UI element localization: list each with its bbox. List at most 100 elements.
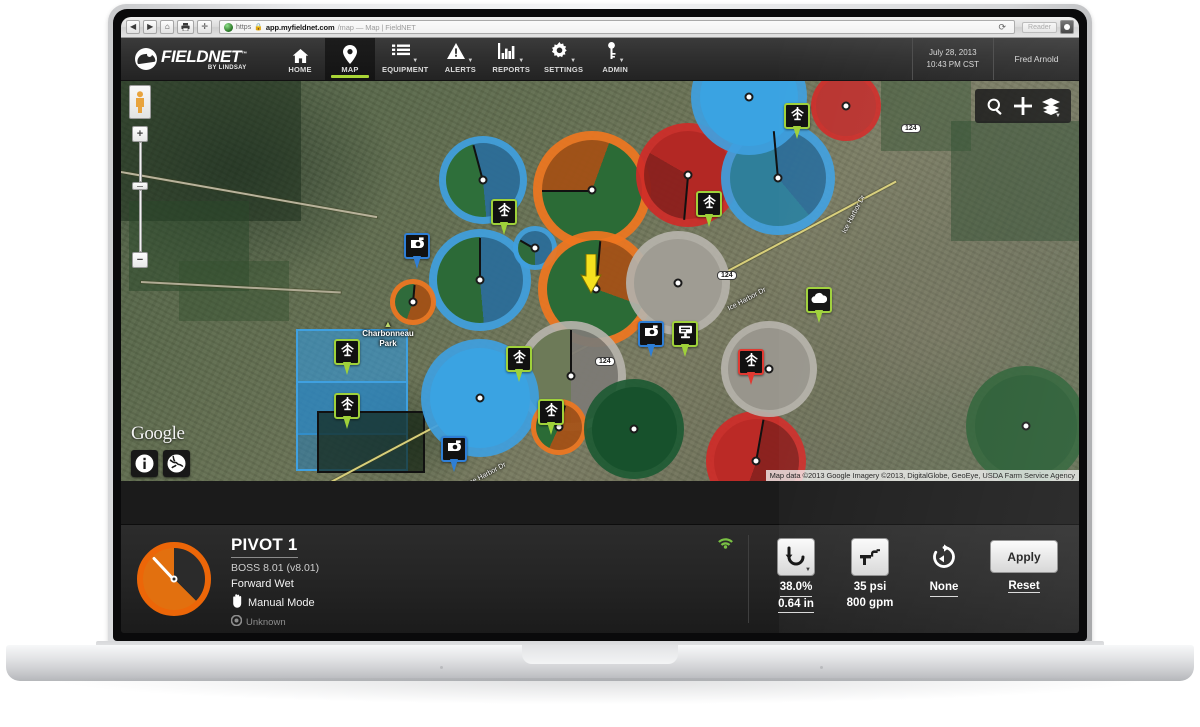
pin-pivot-7[interactable] — [538, 399, 564, 435]
chevron-down-icon[interactable]: ▼ — [1055, 113, 1061, 119]
pin-alert-1[interactable] — [738, 349, 764, 385]
chevron-down-icon[interactable]: ▼ — [619, 58, 625, 64]
search-icon[interactable] — [982, 94, 1008, 118]
nav-item-alerts[interactable]: ▼ ALERTS — [435, 38, 485, 80]
speed-values: 38.0% 0.64 in — [778, 580, 814, 614]
nav-item-home[interactable]: HOME — [275, 38, 325, 80]
chevron-down-icon[interactable]: ▼ — [518, 58, 524, 64]
plus-icon[interactable] — [1010, 94, 1036, 118]
pivot-center-hub[interactable] — [530, 243, 540, 253]
chevron-down-icon[interactable]: ▼ — [805, 567, 811, 573]
pin-pivot-1[interactable] — [491, 199, 517, 235]
pivot-sprinkler-icon — [702, 194, 717, 214]
pivot-center-hub[interactable] — [773, 173, 783, 183]
map-canvas[interactable]: ▲ Charbonneau Park Ice Harbor Dr Ice Harb… — [121, 81, 1079, 481]
park-tree-icon: ▲ — [383, 319, 393, 329]
pin-pivot-2[interactable] — [696, 191, 722, 227]
zoom-slider-track-upper[interactable] — [138, 142, 142, 182]
pin-pivot-5[interactable] — [334, 393, 360, 429]
layers-icon[interactable]: ▼ — [1038, 94, 1064, 119]
pivot-center-hub[interactable] — [629, 424, 639, 434]
warning-triangle-icon — [447, 43, 466, 64]
print-icon[interactable] — [177, 20, 195, 34]
water-pressure: 35 psi — [853, 581, 887, 593]
browser-window: ◀ ▶ ⌂ ✛ https 🔒 app.myfieldnet.com /map … — [121, 17, 1079, 633]
rotation-direction-icon[interactable]: ▼ — [777, 538, 815, 576]
auto-restart-icon[interactable] — [925, 538, 963, 576]
globe-icon[interactable] — [163, 450, 190, 477]
nav-label-settings: SETTINGS — [544, 65, 584, 74]
chevron-down-icon[interactable]: ▼ — [570, 58, 576, 64]
pivot-center-hub[interactable] — [408, 297, 418, 307]
pivot-center-hub[interactable] — [751, 456, 761, 466]
user-menu[interactable]: Fred Arnold — [993, 38, 1079, 80]
pivot-gray-mid[interactable] — [626, 231, 730, 335]
pin-pump-1[interactable] — [404, 233, 430, 269]
nav-item-reports[interactable]: ▼ REPORTS — [485, 38, 537, 80]
zoom-in-button[interactable]: + — [132, 126, 148, 142]
pivot-darkgreen-s[interactable] — [584, 379, 684, 479]
pivot-center-hub[interactable] — [841, 101, 851, 111]
home-icon[interactable]: ⌂ — [160, 20, 175, 34]
pivot-title[interactable]: PIVOT 1 — [231, 535, 298, 558]
nav-item-admin[interactable]: ▼ ADMIN — [590, 38, 640, 80]
pin-pivot-6[interactable] — [506, 346, 532, 382]
pivot-direction-text: Forward Wet — [231, 578, 294, 590]
pivot-center-hub[interactable] — [744, 92, 754, 102]
pivot-arm — [570, 330, 572, 377]
pivot-center-hub[interactable] — [764, 364, 774, 374]
url-bar[interactable]: https 🔒 app.myfieldnet.com /map — Map | … — [219, 20, 1016, 34]
pivot-center-hub[interactable] — [673, 278, 683, 288]
add-bookmark-icon[interactable]: ✛ — [197, 20, 213, 34]
dial-hub — [170, 575, 178, 583]
zoom-out-button[interactable]: − — [132, 252, 148, 268]
pin-pump-2[interactable] — [638, 321, 664, 357]
water-values: 35 psi 800 gpm — [847, 580, 894, 611]
map-attribution: Map data ©2013 Google Imagery ©2013, Dig… — [765, 470, 1079, 481]
pivot-gray-e[interactable] — [721, 321, 817, 417]
laptop-shadow — [60, 678, 1140, 704]
pivot-green-far-e[interactable] — [966, 366, 1079, 481]
zoom-slider-track-lower[interactable] — [138, 190, 142, 252]
pin-pivot-3[interactable] — [784, 103, 810, 139]
pivot-info: PIVOT 1 BOSS 8.01 (v8.01) Forward Wet Ma… — [227, 525, 748, 633]
url-scheme: https — [236, 23, 252, 31]
parcel-field-a — [179, 261, 289, 321]
apply-button[interactable]: Apply — [990, 540, 1058, 573]
nav-item-equipment[interactable]: ▼ EQUIPMENT — [375, 38, 435, 80]
pivot-center-hub[interactable] — [566, 371, 576, 381]
map-zoom-controls[interactable]: + − — [127, 85, 153, 268]
pivot-center-hub[interactable] — [475, 275, 485, 285]
pivot-center-hub[interactable] — [1021, 421, 1031, 431]
pivot-center-hub[interactable] — [478, 175, 488, 185]
nav-item-settings[interactable]: ▼ SETTINGS — [537, 38, 590, 80]
nav-label-alerts: ALERTS — [444, 65, 476, 74]
zoom-slider-thumb[interactable] — [132, 182, 148, 190]
forward-arrow-icon[interactable]: ▶ — [143, 20, 158, 34]
pivot-center-hub[interactable] — [683, 170, 693, 180]
reload-icon[interactable]: ⟳ — [994, 22, 1010, 33]
pivot-arm — [479, 237, 481, 281]
url-host: app.myfieldnet.com — [265, 22, 335, 32]
nav-label-reports: REPORTS — [492, 65, 531, 74]
nav-item-map[interactable]: MAP — [325, 38, 375, 80]
pivot-position-dial[interactable] — [137, 542, 211, 616]
info-icon[interactable] — [131, 450, 158, 477]
datetime-display: July 28, 2013 10:43 PM CST — [911, 38, 993, 80]
pivot-center-hub[interactable] — [587, 185, 597, 195]
brand-logo[interactable]: FIELDNET™ BY LINDSAY — [121, 38, 271, 80]
pin-panel-1[interactable] — [672, 321, 698, 357]
browser-settings-icon[interactable] — [1060, 20, 1074, 34]
user-name: Fred Arnold — [1014, 53, 1059, 64]
pin-weather[interactable] — [806, 287, 832, 323]
street-view-pegman-icon[interactable] — [129, 85, 151, 119]
chevron-down-icon[interactable]: ▼ — [467, 58, 473, 64]
google-watermark: Google — [131, 423, 185, 444]
pivot-center-hub[interactable] — [475, 393, 485, 403]
pin-pump-3[interactable] — [441, 436, 467, 472]
back-arrow-icon[interactable]: ◀ — [126, 20, 141, 34]
faucet-icon[interactable] — [851, 538, 889, 576]
reader-button[interactable]: Reader — [1022, 21, 1057, 33]
reset-link[interactable]: Reset — [1008, 580, 1040, 593]
chevron-down-icon[interactable]: ▼ — [412, 58, 418, 64]
